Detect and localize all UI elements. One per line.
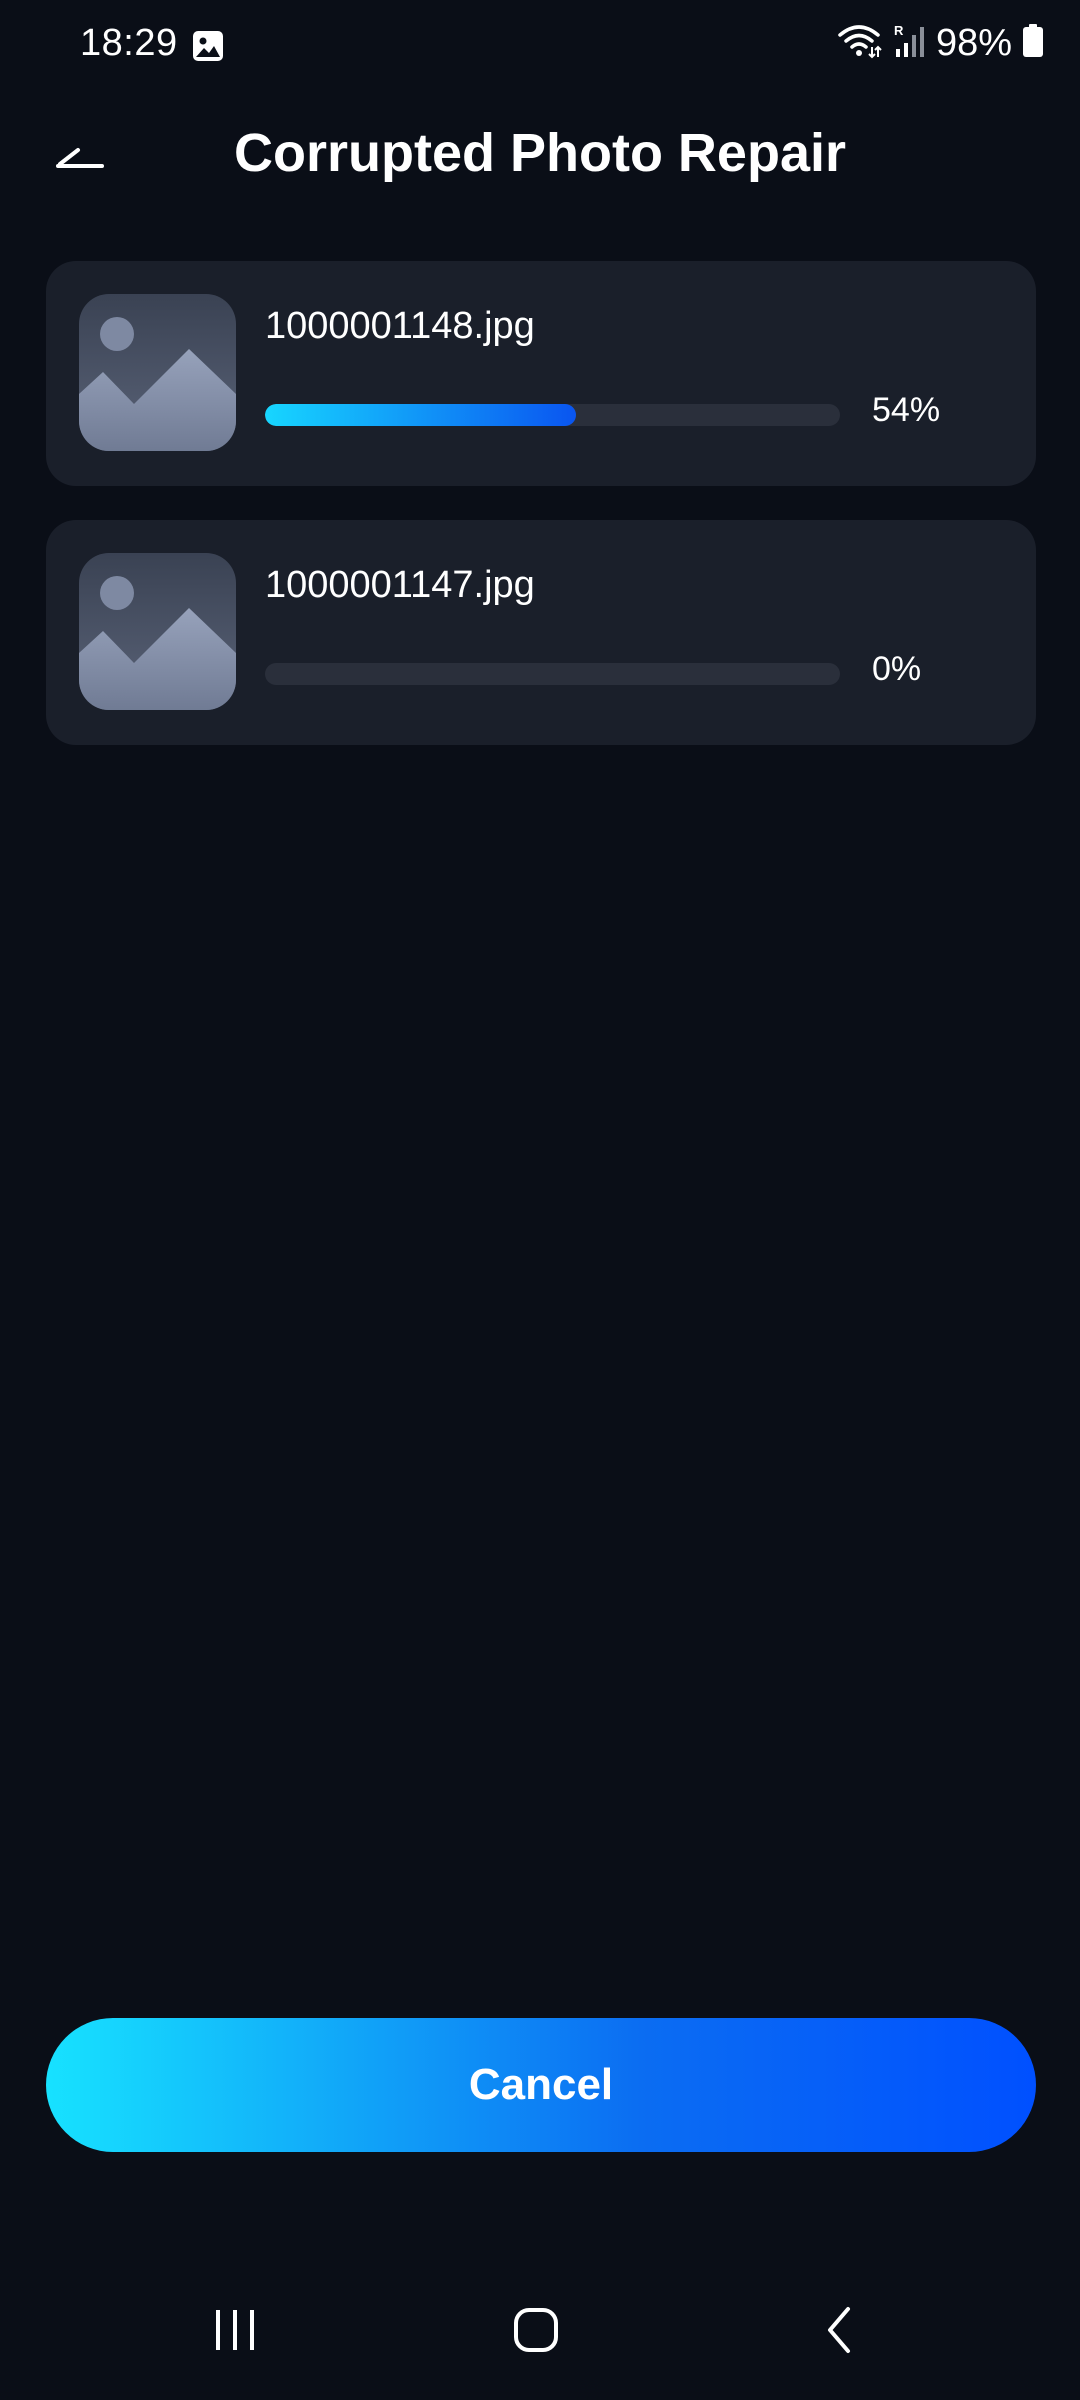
wifi-icon xyxy=(836,23,882,64)
status-bar: 18:29 R 98% xyxy=(0,0,1080,90)
progress-fill xyxy=(265,404,576,426)
progress-percent: 54% xyxy=(872,391,941,429)
file-name: 1000001148.jpg xyxy=(265,305,535,347)
gallery-icon xyxy=(192,30,224,62)
nav-bar xyxy=(0,2280,1080,2380)
screen: 18:29 R 98% Corrupted Photo Repair 10000… xyxy=(0,0,1080,2400)
progress-bar xyxy=(265,404,840,426)
file-card[interactable]: 1000001147.jpg 0% xyxy=(46,520,1036,745)
file-name: 1000001147.jpg xyxy=(265,564,535,606)
page-title: Corrupted Photo Repair xyxy=(233,123,846,183)
recent-apps-icon[interactable] xyxy=(185,2280,285,2380)
cancel-button[interactable]: Cancel xyxy=(46,2018,1036,2152)
status-right: R 98% xyxy=(836,22,1044,65)
back-icon[interactable] xyxy=(790,2280,890,2380)
file-card[interactable]: 1000001148.jpg 54% xyxy=(46,261,1036,486)
header: Corrupted Photo Repair xyxy=(0,110,1080,200)
svg-text:R: R xyxy=(894,23,904,38)
signal-icon: R xyxy=(892,23,926,64)
progress-bar xyxy=(265,663,840,685)
image-placeholder-icon xyxy=(79,553,236,710)
battery-icon xyxy=(1022,24,1044,63)
status-time: 18:29 xyxy=(80,22,178,64)
image-placeholder-icon xyxy=(79,294,236,451)
home-icon[interactable] xyxy=(486,2280,586,2380)
progress-percent: 0% xyxy=(872,650,922,688)
file-list: 1000001148.jpg 54% 1000001147.jpg 0% xyxy=(46,261,1036,779)
battery-percent: 98% xyxy=(935,22,1012,64)
